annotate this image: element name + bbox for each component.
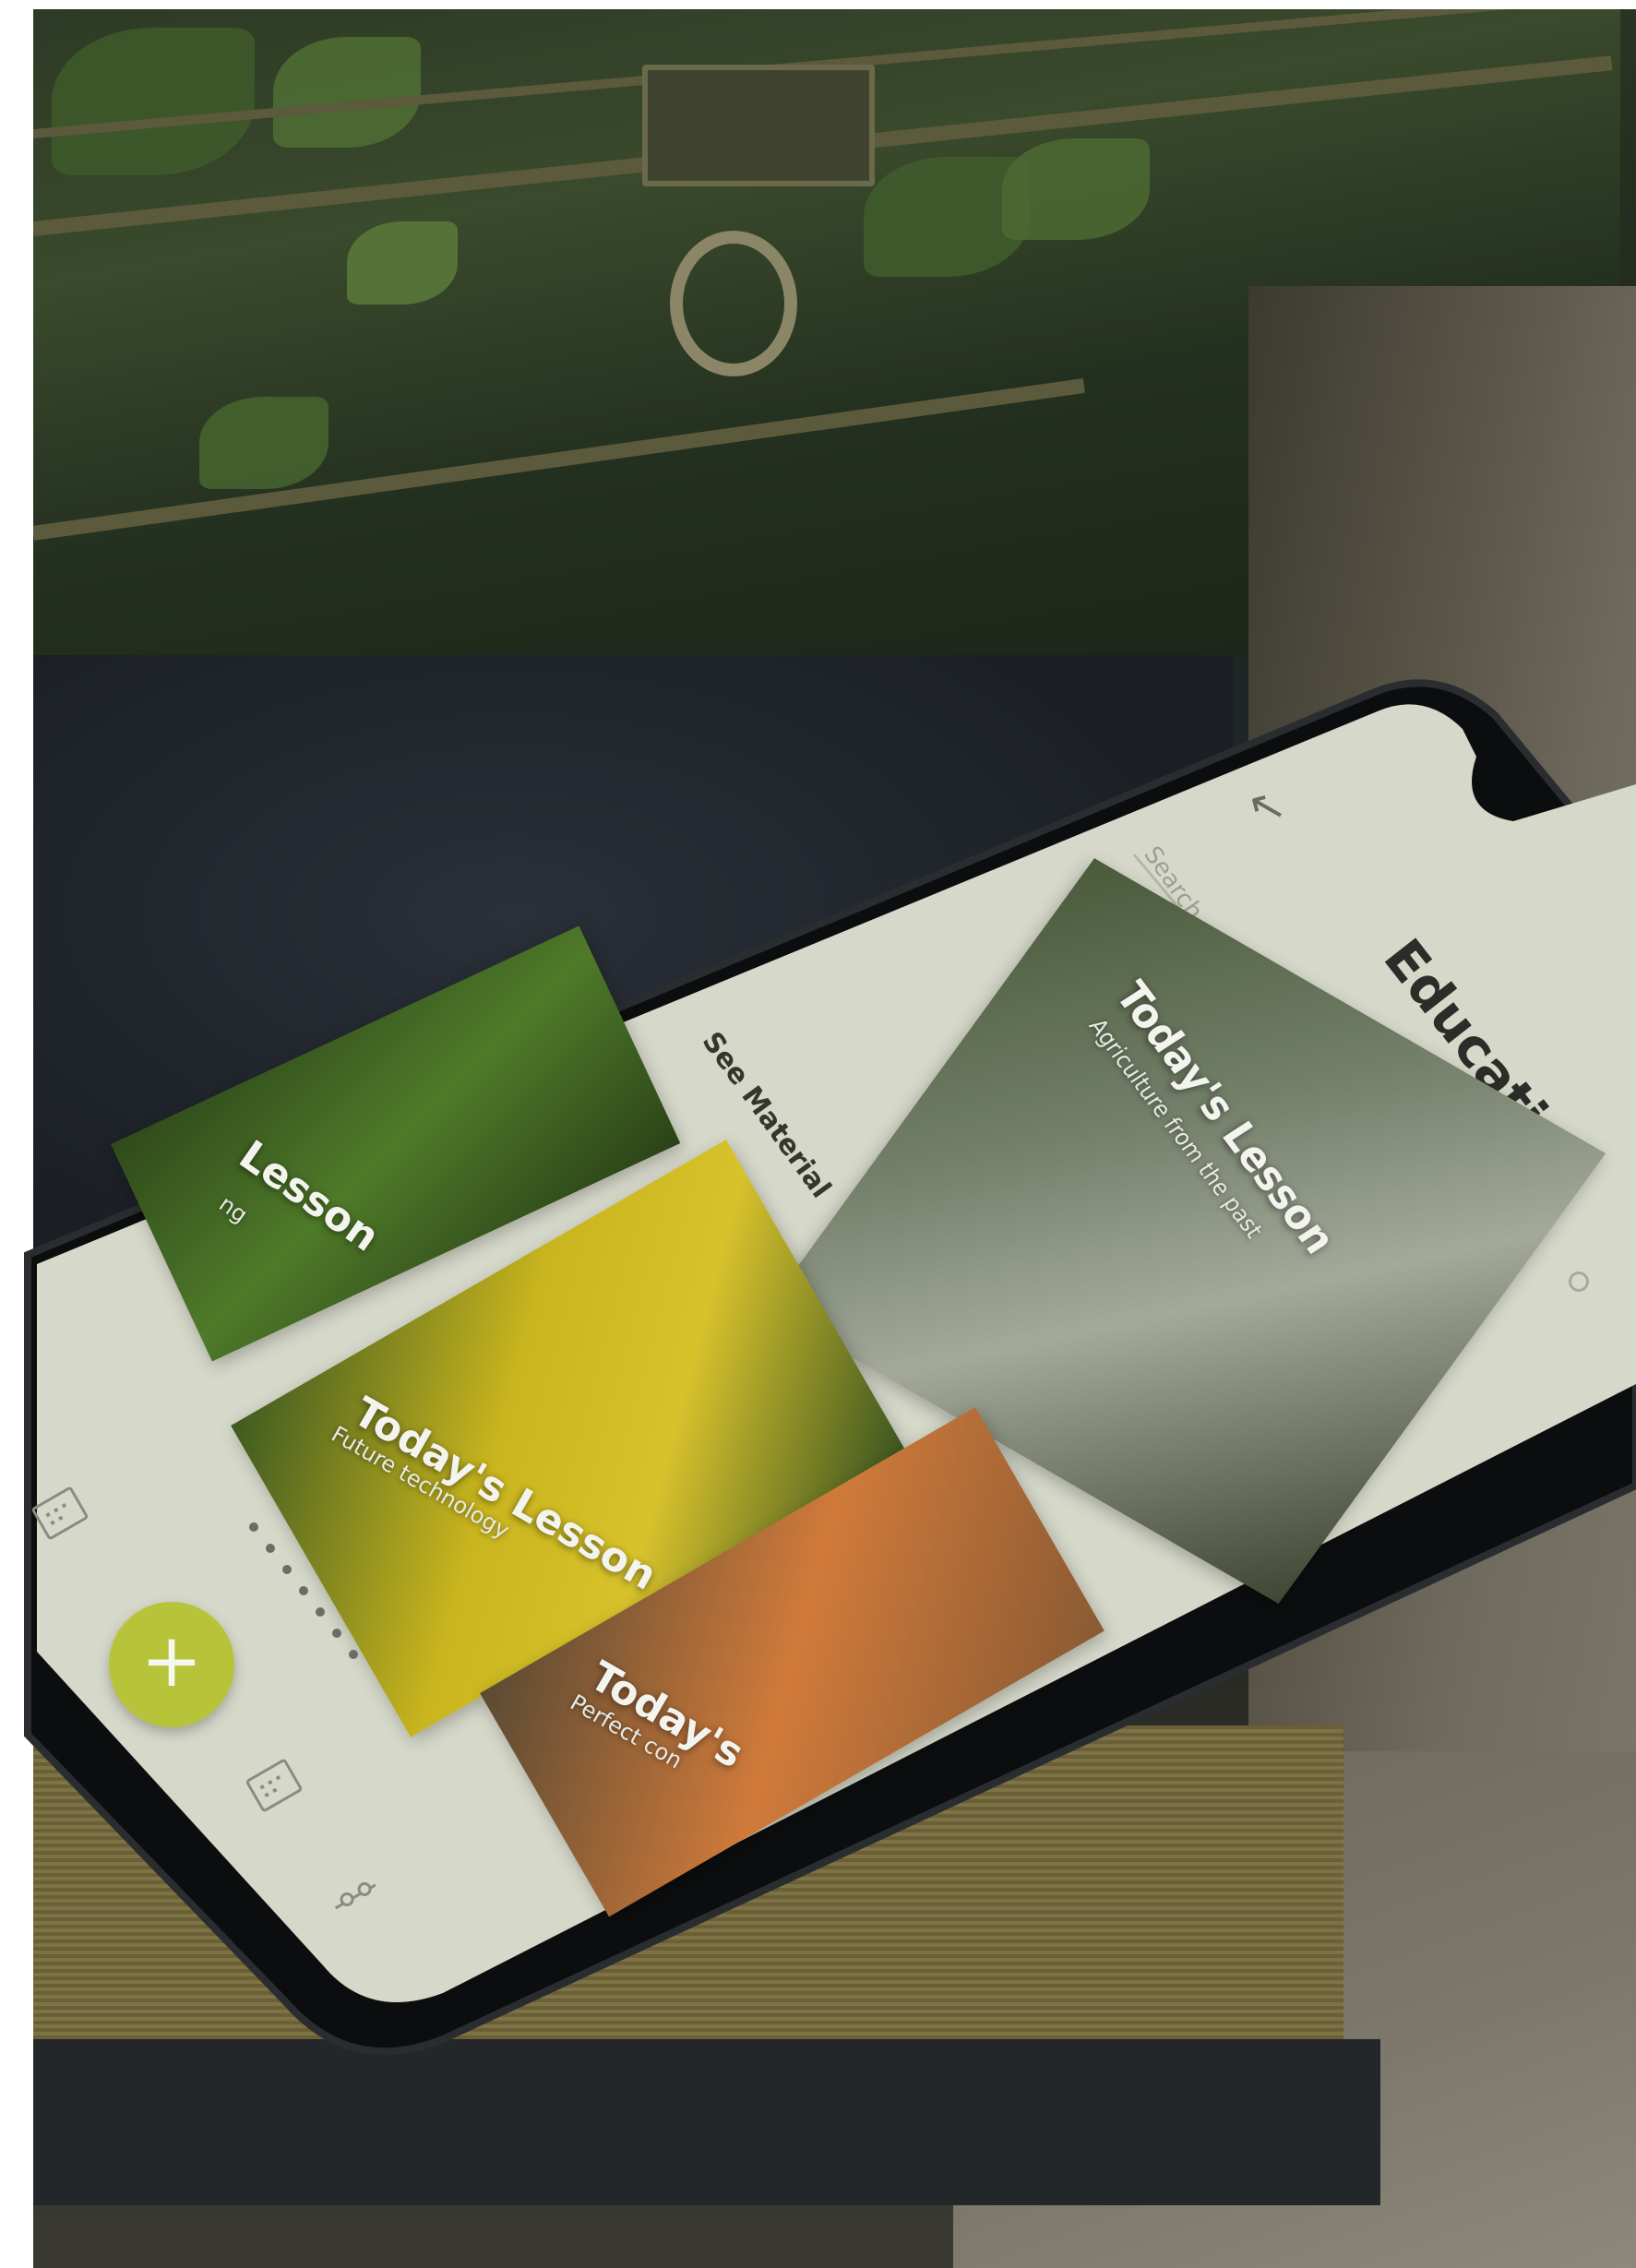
calendar-grid-icon[interactable]	[30, 1486, 90, 1541]
pager-dot[interactable]	[249, 1522, 258, 1532]
pager-dot[interactable]	[332, 1629, 341, 1638]
pager-dot[interactable]	[349, 1650, 358, 1659]
search-icon[interactable]	[1569, 1271, 1589, 1292]
calendar-icon[interactable]	[245, 1758, 304, 1813]
pager-dot[interactable]	[266, 1544, 275, 1553]
pager-dot[interactable]	[316, 1607, 325, 1617]
add-button[interactable]: +	[109, 1602, 234, 1727]
sliders-icon[interactable]	[328, 1873, 382, 1920]
back-arrow-icon[interactable]: ←	[1238, 775, 1296, 839]
pager-dot[interactable]	[282, 1565, 292, 1574]
pager-dot[interactable]	[299, 1586, 308, 1595]
app-screen: ← Search Education Today's Lesson Agricu…	[0, 0, 1636, 2268]
